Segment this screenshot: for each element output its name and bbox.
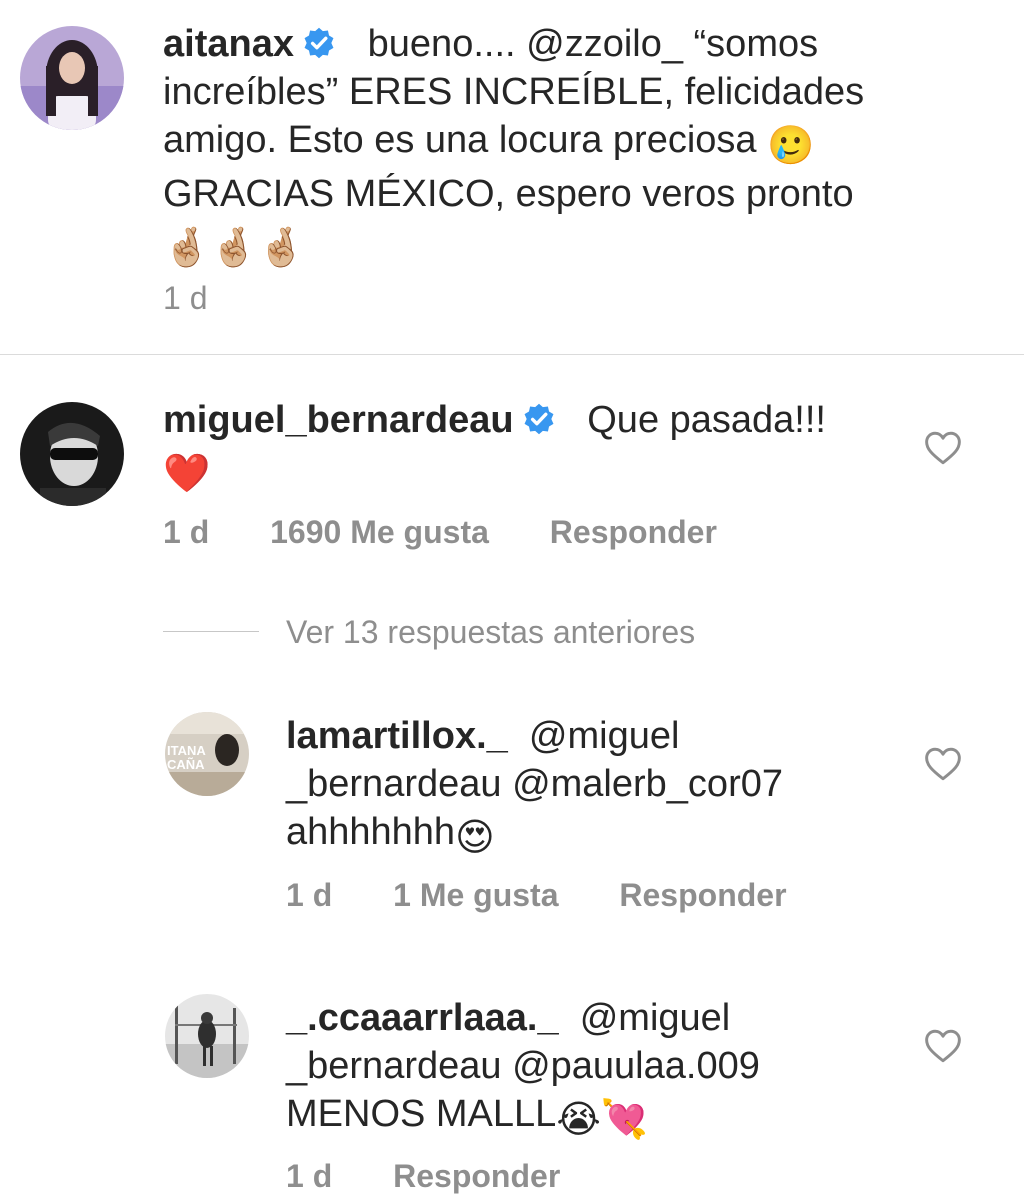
reply-meta: 1 d Responder — [286, 1156, 560, 1196]
comment-likes[interactable]: 1690 Me gusta — [270, 514, 489, 550]
comment-meta: 1 d 1690 Me gusta Responder — [163, 512, 717, 552]
avatar-ccaaarrlaaa[interactable] — [165, 994, 249, 1078]
caption-text: aitanax bueno.... @zzoilo_ “somos increí… — [163, 20, 953, 272]
reply-username[interactable]: lamartillox._ — [286, 715, 508, 757]
comment-time: 1 d — [163, 514, 210, 550]
avatar-overlay-text-1: ITANA — [167, 743, 206, 758]
view-previous-replies[interactable]: Ver 13 respuestas anteriores — [286, 612, 695, 652]
comment-body: Que pasada!!! — [587, 399, 826, 441]
reply-username[interactable]: _.ccaaarrlaaa._ — [286, 997, 559, 1039]
like-heart-icon[interactable] — [923, 1028, 963, 1064]
caption-username[interactable]: aitanax — [163, 23, 294, 65]
crossed-fingers-emoji-icon: 🤞🏼🤞🏼🤞🏼 — [163, 227, 305, 269]
reply-meta: 1 d 1 Me gusta Responder — [286, 875, 787, 915]
comment-text: miguel_bernardeau Que pasada!!! ❤️ — [163, 396, 903, 498]
avatar-miguel-bernardeau[interactable] — [20, 402, 124, 506]
verified-badge-icon — [524, 403, 554, 435]
avatar-aitanax[interactable] — [20, 26, 124, 130]
reply-text: lamartillox._ @miguel _bernardeau @maler… — [286, 712, 826, 862]
like-heart-icon[interactable] — [923, 430, 963, 466]
caption-time: 1 d — [163, 280, 208, 316]
replies-line — [163, 631, 259, 632]
reply-likes[interactable]: 1 Me gusta — [393, 877, 558, 913]
reply-button[interactable]: Responder — [393, 1158, 560, 1194]
reply-button[interactable]: Responder — [550, 514, 717, 550]
reply-time: 1 d — [286, 877, 333, 913]
divider — [0, 354, 1024, 355]
reply-button[interactable]: Responder — [619, 877, 786, 913]
comment-username[interactable]: miguel_bernardeau — [163, 399, 514, 441]
verified-badge-icon — [304, 27, 334, 59]
reply-time: 1 d — [286, 1158, 333, 1194]
avatar-overlay-text-2: CAÑA — [167, 757, 205, 772]
heart-eyes-emoji-icon: 😍 — [455, 817, 495, 859]
like-heart-icon[interactable] — [923, 746, 963, 782]
caption-body-2: GRACIAS MÉXICO, espero veros pronto — [163, 173, 854, 215]
red-heart-emoji-icon: ❤️ — [163, 453, 211, 495]
reply-text: _.ccaaarrlaaa._ @miguel _bernardeau @pau… — [286, 994, 826, 1144]
crying-heart-emoji-icon: 😭💘 — [556, 1099, 649, 1141]
avatar-lamartillox[interactable]: ITANA CAÑA — [165, 712, 249, 796]
smiling-tear-emoji-icon: 🥲 — [767, 125, 815, 167]
